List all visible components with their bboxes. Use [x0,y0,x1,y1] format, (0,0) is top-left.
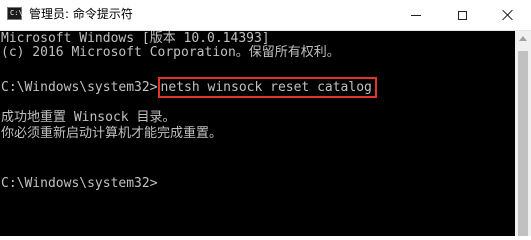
console-output[interactable]: Microsoft Windows [版本 10.0.14393] (c) 20… [0,31,515,236]
cmd-window: C:\ 管理员: 命令提示符 Microsoft Windows [版本 10.… [0,0,531,236]
console-command-line: C:\Windows\system32> netsh winsock reset … [1,77,377,98]
console-line-reset-success: 成功地重置 Winsock 目录。 [1,110,176,125]
console-line-restart-notice: 你必须重新启动计算机才能完成重置。 [1,126,223,141]
close-button[interactable] [485,0,531,30]
scrollbar-thumb[interactable] [518,51,528,236]
console-prompt: C:\Windows\system32> [1,80,158,95]
title-bar[interactable]: C:\ 管理员: 命令提示符 [0,0,531,31]
scroll-up-arrow-icon[interactable] [519,36,527,41]
vertical-scrollbar[interactable] [515,31,531,236]
console-current-prompt: C:\Windows\system32> [1,176,158,191]
maximize-icon [457,10,467,20]
maximize-button[interactable] [439,0,485,30]
minimize-button[interactable] [393,0,439,30]
console-line-copyright: (c) 2016 Microsoft Corporation。保留所有权利。 [1,45,340,60]
close-icon [502,9,514,21]
cmd-icon: C:\ [7,7,23,20]
window-title: 管理员: 命令提示符 [29,7,133,21]
highlighted-command: netsh winsock reset catalog [157,77,377,98]
minimize-icon [411,14,421,16]
